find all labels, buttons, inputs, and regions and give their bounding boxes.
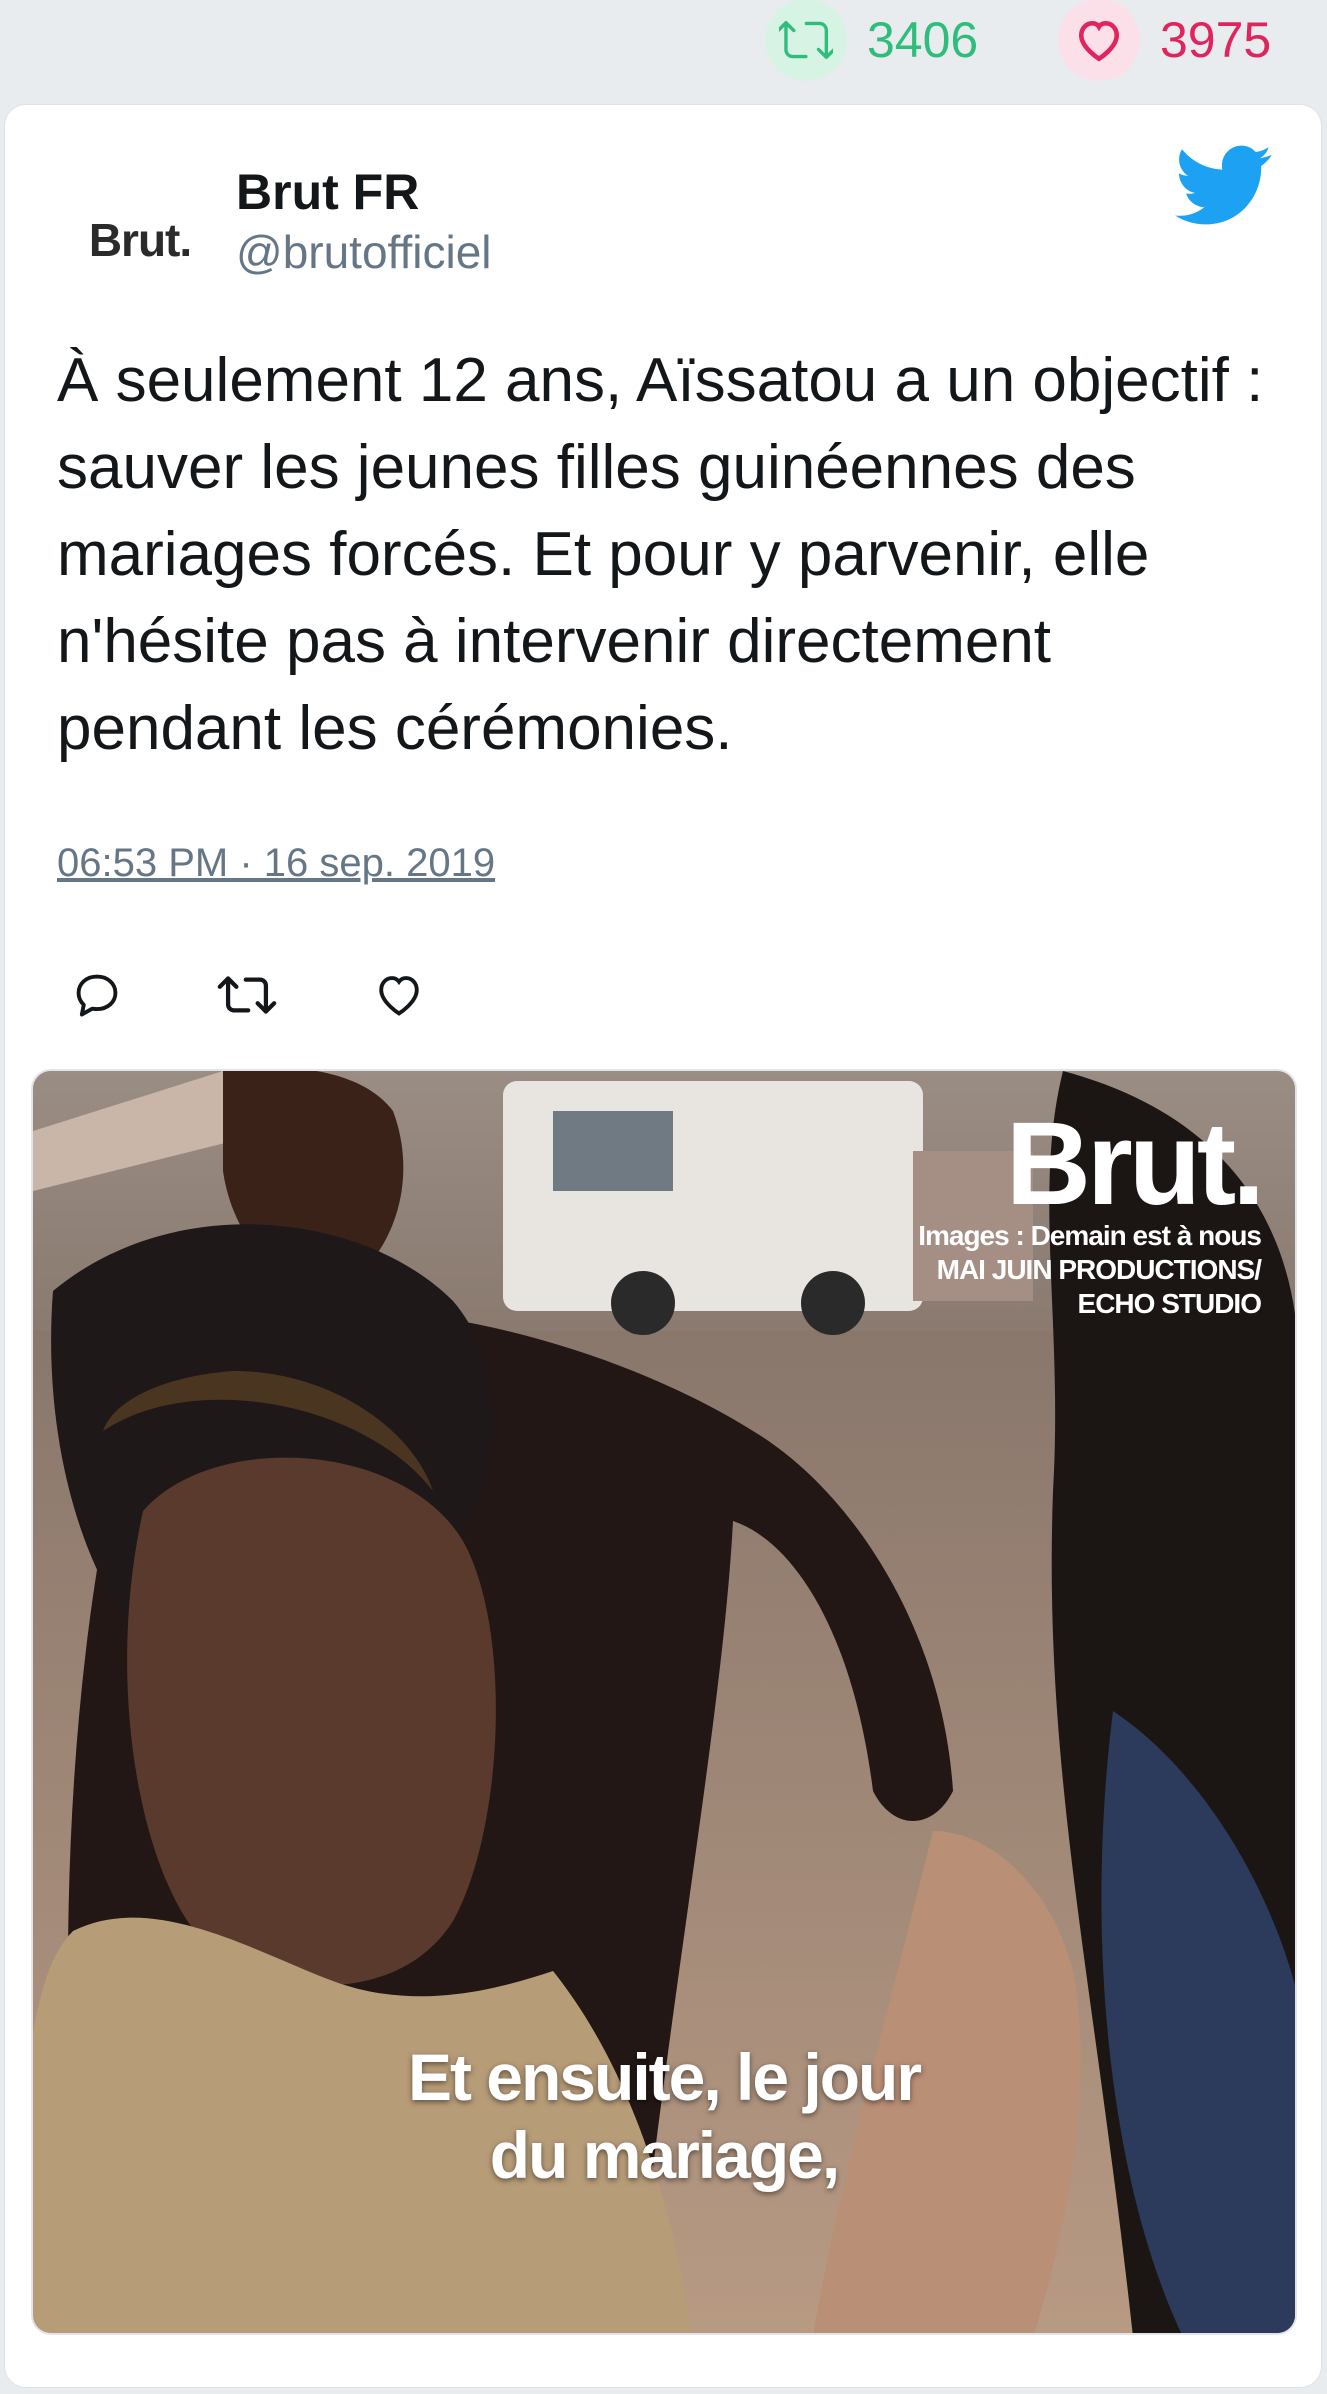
retweet-icon bbox=[765, 0, 847, 81]
tweet-media-video[interactable]: Brut. Images : Demain est à nous MAI JUI… bbox=[31, 1069, 1297, 2335]
credit-line: Images : Demain est à nous bbox=[918, 1220, 1262, 1251]
watermark-logo: Brut. bbox=[1005, 1098, 1265, 1230]
reply-icon[interactable] bbox=[57, 955, 137, 1035]
brut-watermark: Brut. Images : Demain est à nous MAI JUI… bbox=[918, 1098, 1265, 1321]
tweet-text: À seulement 12 ans, Aïssatou a un object… bbox=[57, 346, 1264, 763]
like-stat[interactable]: 3975 bbox=[1058, 0, 1272, 81]
avatar-logo-text: Brut. bbox=[88, 214, 192, 266]
author-name[interactable]: Brut FR bbox=[236, 163, 419, 221]
credit-line: ECHO STUDIO bbox=[1077, 1288, 1262, 1319]
author-handle[interactable]: @brutofficiel bbox=[236, 225, 492, 279]
like-count: 3975 bbox=[1160, 12, 1272, 68]
credit-line: MAI JUIN PRODUCTIONS/ bbox=[936, 1254, 1262, 1285]
tweet-timestamp[interactable]: 06:53 PM · 16 sep. 2019 bbox=[57, 841, 495, 886]
heart-icon[interactable] bbox=[359, 955, 439, 1035]
top-stats-bar: 3406 3975 bbox=[0, 0, 1327, 95]
heart-icon bbox=[1058, 0, 1140, 81]
tweet-card[interactable]: Brut. Brut FR @brutofficiel À seulement … bbox=[4, 104, 1322, 2388]
subtitle-line: Et ensuite, le jour bbox=[407, 2040, 922, 2114]
avatar[interactable]: Brut. bbox=[57, 157, 223, 323]
retweet-icon[interactable] bbox=[207, 955, 287, 1035]
retweet-stat[interactable]: 3406 bbox=[765, 0, 979, 81]
retweet-count: 3406 bbox=[867, 12, 979, 68]
subtitle-line: du mariage, bbox=[489, 2118, 840, 2192]
video-subtitle: Et ensuite, le jour du mariage, bbox=[33, 2038, 1295, 2194]
twitter-bird-icon[interactable] bbox=[1175, 145, 1273, 227]
